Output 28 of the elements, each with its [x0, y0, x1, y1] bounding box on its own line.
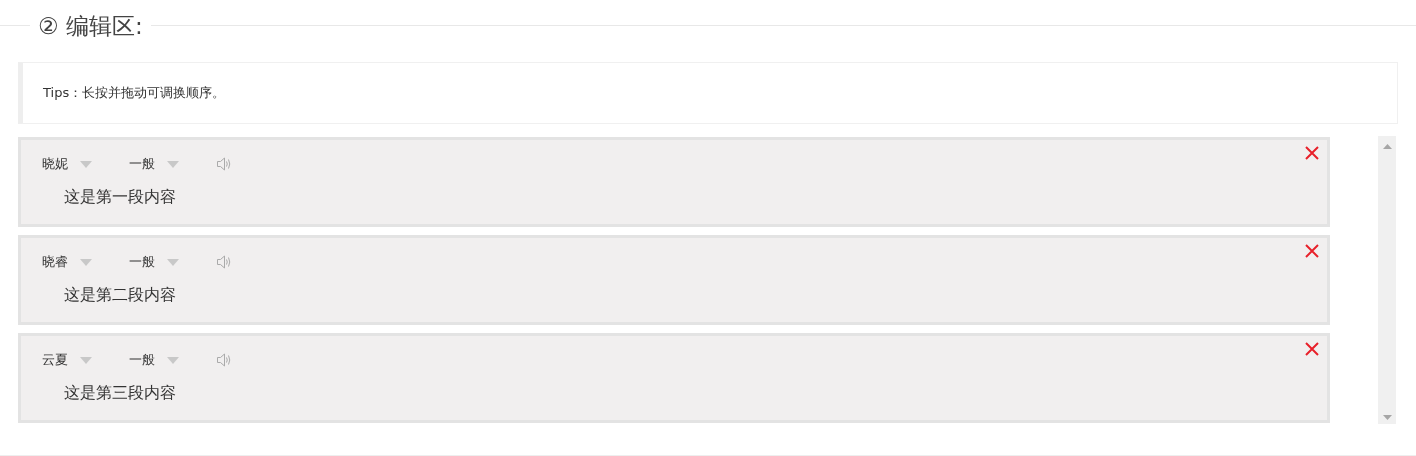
- close-icon[interactable]: [1305, 244, 1319, 258]
- speaker-dropdown[interactable]: 晓睿: [42, 253, 129, 271]
- paragraph-text[interactable]: 这是第一段内容: [64, 187, 176, 208]
- style-dropdown[interactable]: 一般: [129, 253, 216, 271]
- speaker-icon[interactable]: [216, 353, 232, 367]
- paragraph-card[interactable]: 晓睿 一般 这是第二段内容: [18, 235, 1330, 325]
- paragraph-card[interactable]: 云夏 一般 这是第三段内容: [18, 333, 1330, 423]
- close-icon[interactable]: [1305, 342, 1319, 356]
- paragraph-text[interactable]: 这是第三段内容: [64, 383, 176, 404]
- speaker-dropdown[interactable]: 晓妮: [42, 155, 129, 173]
- caret-icon: [80, 258, 92, 266]
- paragraph-text[interactable]: 这是第二段内容: [64, 285, 176, 306]
- caret-icon: [80, 356, 92, 364]
- paragraph-card[interactable]: 晓妮 一般 这是第一段内容: [18, 137, 1330, 227]
- speaker-icon[interactable]: [216, 255, 232, 269]
- caret-icon: [167, 356, 179, 364]
- style-dropdown[interactable]: 一般: [129, 351, 216, 369]
- caret-icon: [167, 258, 179, 266]
- speaker-dropdown[interactable]: 云夏: [42, 351, 129, 369]
- caret-icon: [80, 160, 92, 168]
- caret-icon: [167, 160, 179, 168]
- close-icon[interactable]: [1305, 146, 1319, 160]
- style-dropdown[interactable]: 一般: [129, 155, 216, 173]
- scrollbar[interactable]: [1378, 136, 1396, 424]
- speaker-icon[interactable]: [216, 157, 232, 171]
- scroll-down-icon[interactable]: [1382, 415, 1392, 420]
- tips-text: Tips：长按并拖动可调换顺序。: [43, 84, 226, 102]
- scroll-up-icon[interactable]: [1382, 144, 1392, 149]
